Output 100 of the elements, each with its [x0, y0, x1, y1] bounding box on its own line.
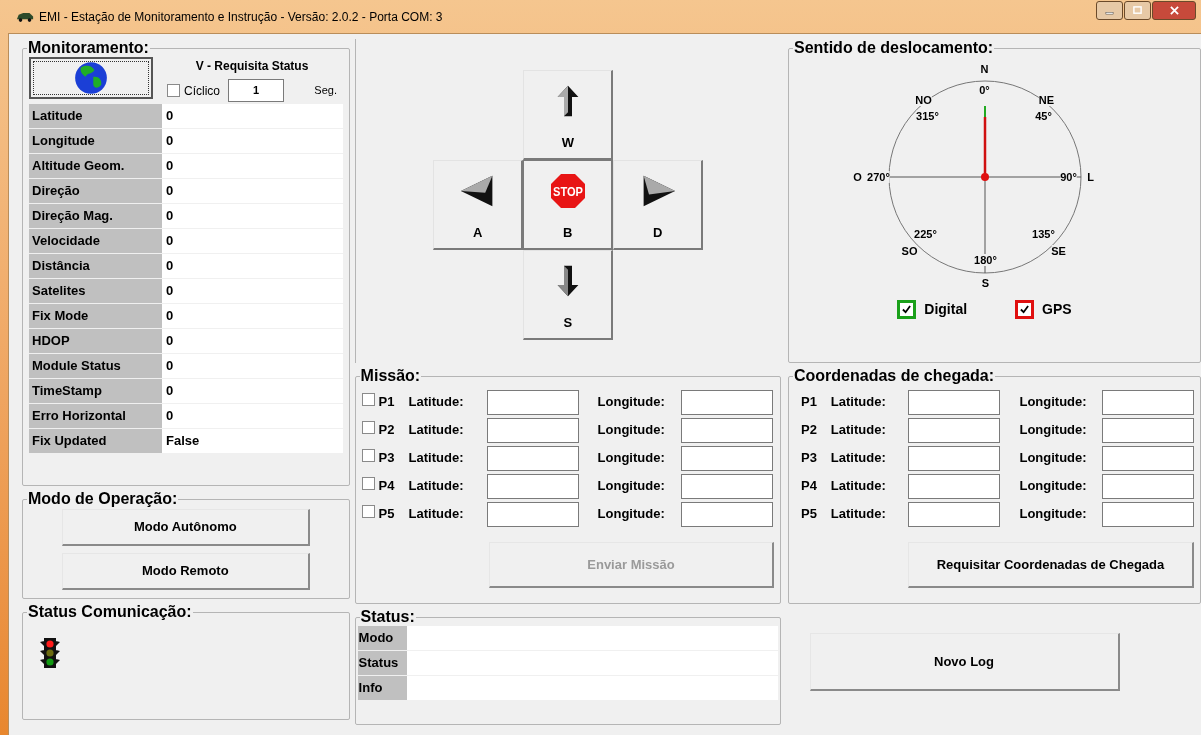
latitude-label: Latitude: [830, 477, 887, 496]
compass-label: NO [915, 94, 932, 106]
compass-label: L [1087, 171, 1094, 183]
checkbox[interactable] [361, 393, 375, 407]
latitude-label: Latitude: [408, 393, 465, 412]
longitude-label: Longitude: [1019, 449, 1088, 468]
longitude-label: Longitude: [597, 449, 666, 468]
compass-label: S [981, 277, 990, 289]
direction-button[interactable]: STOP B [523, 160, 614, 250]
request-status-label: V - Requisita Status [195, 58, 309, 75]
longitude-field[interactable] [1102, 389, 1194, 415]
checkbox[interactable] [361, 477, 375, 491]
point-label: P2 [801, 421, 818, 440]
longitude-field[interactable] [680, 445, 773, 471]
group-title: Missão: [359, 367, 422, 385]
compass-label: N [980, 63, 989, 75]
check-icon [1020, 305, 1030, 314]
mode-button[interactable]: Modo Autônomo [61, 509, 310, 546]
option-label: GPS [1042, 300, 1072, 319]
group-title: Status: [359, 608, 416, 626]
longitude-field[interactable] [680, 501, 773, 527]
latitude-field[interactable] [908, 417, 1001, 443]
field-value: 0 [162, 204, 343, 228]
direction-button[interactable]: D [613, 160, 704, 250]
longitude-field[interactable] [1102, 473, 1194, 499]
field-value: 0 [162, 379, 343, 403]
checkbox[interactable] [361, 421, 375, 435]
car-icon [16, 11, 34, 22]
field-value: 0 [162, 129, 343, 153]
status-label: Info [357, 676, 407, 700]
point-label: P5 [378, 505, 396, 524]
latitude-field[interactable] [908, 445, 1001, 471]
longitude-field[interactable] [680, 389, 773, 415]
longitude-label: Longitude: [1019, 393, 1088, 412]
longitude-field[interactable] [680, 417, 773, 443]
field-label: Altitude Geom. [29, 154, 162, 178]
longitude-label: Longitude: [597, 505, 666, 524]
close-icon [1168, 6, 1180, 15]
longitude-field[interactable] [1102, 445, 1194, 471]
compass-label: 135° [1032, 228, 1055, 240]
checkbox[interactable] [897, 300, 917, 319]
compass-label: SE [1051, 245, 1066, 257]
field-value: 0 [162, 179, 343, 203]
field-label: Erro Horizontal [29, 404, 162, 428]
direction-button[interactable]: S [523, 250, 614, 340]
field-label: Latitude [29, 104, 162, 128]
field-label: Velocidade [29, 229, 162, 253]
latitude-field[interactable] [908, 473, 1001, 499]
send-mission-button: Enviar Missão [489, 542, 774, 588]
field-value: 0 [162, 154, 343, 178]
field-value: 0 [162, 254, 343, 278]
interval-field[interactable]: 1 [228, 79, 284, 102]
minimize-button[interactable] [1096, 1, 1123, 20]
latitude-label: Latitude: [830, 421, 887, 440]
compass-label: 270° [867, 171, 890, 183]
group-title: Coordenadas de chegada: [793, 367, 996, 385]
stop-sign-icon: STOP [549, 172, 586, 209]
field-value: 0 [162, 404, 343, 428]
latitude-field[interactable] [486, 501, 579, 527]
latitude-field[interactable] [486, 417, 579, 443]
direction-button[interactable]: A [433, 160, 524, 250]
field-value: 0 [162, 329, 343, 353]
globe-button[interactable] [29, 57, 153, 99]
point-label: P3 [378, 449, 396, 468]
latitude-field[interactable] [486, 445, 579, 471]
new-log-button[interactable]: Novo Log [809, 633, 1120, 691]
latitude-label: Latitude: [830, 393, 887, 412]
interval-unit: Seg. [314, 83, 337, 99]
point-label: P2 [378, 421, 396, 440]
checkbox[interactable] [167, 84, 180, 97]
latitude-field[interactable] [486, 389, 579, 415]
longitude-field[interactable] [1102, 501, 1194, 527]
close-button[interactable] [1152, 1, 1196, 20]
latitude-label: Latitude: [408, 477, 465, 496]
checkbox[interactable] [1015, 300, 1035, 319]
latitude-label: Latitude: [408, 421, 465, 440]
mode-button[interactable]: Modo Remoto [61, 553, 310, 590]
compass-label: O [853, 171, 862, 183]
latitude-field[interactable] [908, 389, 1001, 415]
option-label: Digital [924, 300, 968, 319]
direction-button[interactable]: W [523, 70, 614, 160]
latitude-field[interactable] [486, 473, 579, 499]
request-coordinates-button[interactable]: Requisitar Coordenadas de Chegada [908, 542, 1194, 588]
latitude-field[interactable] [908, 501, 1001, 527]
field-value: False [162, 429, 343, 453]
point-label: P4 [801, 477, 818, 496]
longitude-label: Longitude: [1019, 477, 1088, 496]
compass-label: 315° [916, 110, 939, 122]
field-value: 0 [162, 104, 343, 128]
field-label: Distância [29, 254, 162, 278]
checkbox[interactable] [361, 505, 375, 519]
checkbox[interactable] [361, 449, 375, 463]
maximize-button[interactable] [1124, 1, 1151, 20]
compass-label: 225° [914, 228, 937, 240]
longitude-label: Longitude: [1019, 505, 1088, 524]
longitude-field[interactable] [1102, 417, 1194, 443]
point-label: P1 [801, 393, 818, 412]
longitude-field[interactable] [680, 473, 773, 499]
group-title: Modo de Operação: [27, 490, 179, 508]
field-label: Fix Updated [29, 429, 162, 453]
